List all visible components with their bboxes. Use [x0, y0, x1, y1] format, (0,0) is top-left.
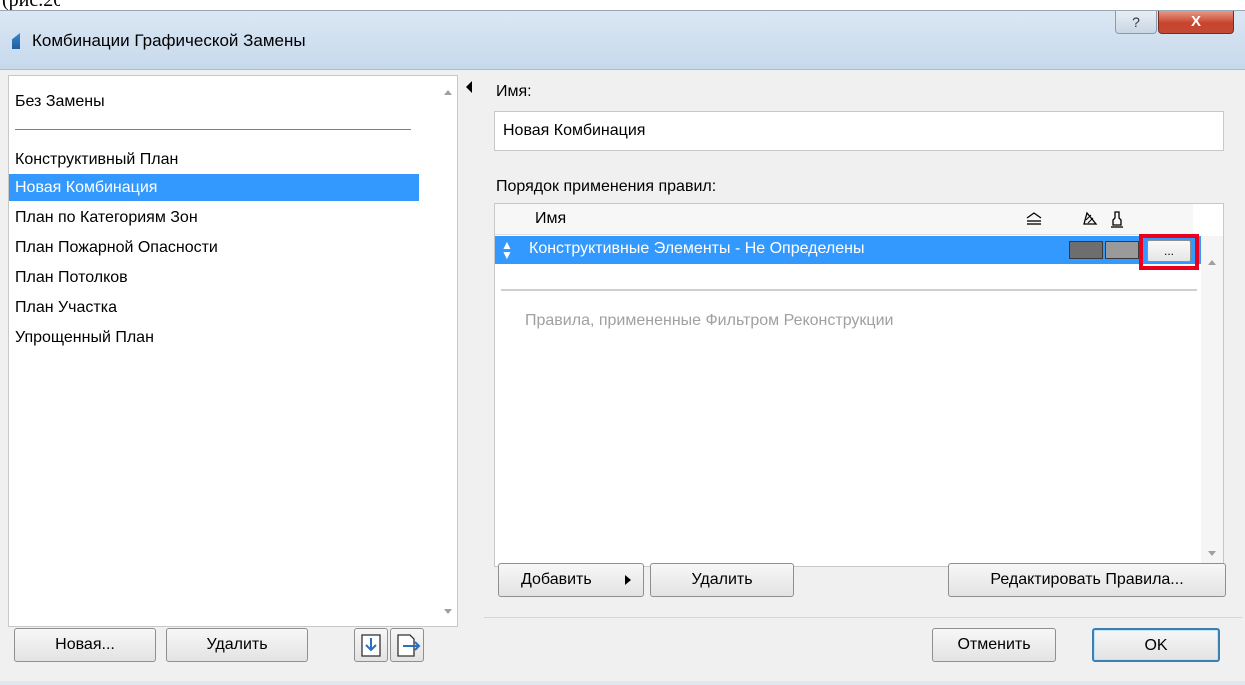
window-title: Комбинации Графической Замены: [32, 31, 306, 50]
dialog-window: Комбинации Графической Замены ? X Без За…: [0, 10, 1245, 685]
fill-color-swatch[interactable]: [1069, 241, 1103, 259]
rules-order-label: Порядок применения правил:: [496, 178, 717, 195]
rule-name: Конструктивные Элементы - Не Определены: [529, 240, 865, 257]
export-button[interactable]: [390, 628, 424, 662]
list-item[interactable]: Упрощенный План: [9, 324, 419, 351]
clipped-text-fragment: (рис.20): [0, 0, 60, 10]
close-button[interactable]: X: [1158, 11, 1234, 34]
ok-button[interactable]: OK: [1092, 628, 1220, 662]
name-label: Имя:: [496, 83, 532, 100]
edit-rules-button[interactable]: Редактировать Правила...: [948, 563, 1226, 597]
window-bottom-edge: [0, 681, 1245, 685]
combination-list[interactable]: Без Замены Конструктивный План Новая Ком…: [8, 75, 458, 627]
rule-row-selected[interactable]: ▲ ▼ Конструктивные Элементы - Не Определе…: [495, 234, 1201, 270]
title-bar: Комбинации Графической Замены ? X: [0, 11, 1245, 70]
scroll-up-icon[interactable]: [1208, 260, 1216, 265]
rules-divider: [501, 289, 1197, 291]
collapse-panel-icon[interactable]: [466, 81, 472, 93]
scroll-down-icon[interactable]: [444, 609, 452, 614]
list-item[interactable]: Конструктивный План: [9, 146, 419, 173]
column-name-header[interactable]: Имя: [535, 210, 566, 228]
help-button[interactable]: ?: [1115, 11, 1157, 34]
import-button[interactable]: [354, 628, 388, 662]
delete-rule-button[interactable]: Удалить: [650, 563, 794, 597]
list-item[interactable]: Без Замены: [9, 88, 419, 115]
reorder-grip-icon[interactable]: ▲ ▼: [501, 239, 513, 261]
dropdown-arrow-icon: [625, 575, 631, 585]
list-divider: [15, 129, 411, 130]
cancel-button[interactable]: Отменить: [932, 628, 1056, 662]
add-rule-label: Добавить: [521, 571, 592, 588]
list-item[interactable]: План Участка: [9, 294, 419, 321]
new-combination-button[interactable]: Новая...: [14, 628, 156, 662]
pen-icon: [1111, 211, 1123, 228]
rules-scrollbar[interactable]: [1201, 236, 1223, 566]
delete-combination-button[interactable]: Удалить: [166, 628, 308, 662]
combination-name-field[interactable]: Новая Комбинация: [494, 111, 1224, 151]
renovation-filter-note: Правила, примененные Фильтром Реконструк…: [525, 312, 894, 329]
area-icon: [1026, 212, 1042, 225]
fill-icon: [1083, 211, 1098, 225]
rules-table[interactable]: Имя ▲ ▼ Конструктивные Элементы - Не Опре…: [494, 203, 1224, 567]
scroll-up-icon[interactable]: [444, 90, 452, 95]
footer-divider: [484, 617, 1242, 618]
pen-color-swatch[interactable]: [1105, 241, 1139, 259]
import-icon: [361, 634, 381, 657]
rules-table-header: Имя: [495, 204, 1193, 235]
list-item[interactable]: План Пожарной Опасности: [9, 234, 419, 261]
list-scrollbar[interactable]: [440, 76, 457, 626]
app-icon: [12, 33, 20, 49]
list-item-selected[interactable]: Новая Комбинация: [9, 174, 419, 201]
export-icon: [397, 634, 421, 657]
list-item[interactable]: План Потолков: [9, 264, 419, 291]
highlight-frame: [1139, 234, 1199, 270]
list-item[interactable]: План по Категориям Зон: [9, 204, 419, 231]
scroll-down-icon[interactable]: [1208, 551, 1216, 556]
add-rule-button[interactable]: Добавить: [498, 563, 644, 597]
